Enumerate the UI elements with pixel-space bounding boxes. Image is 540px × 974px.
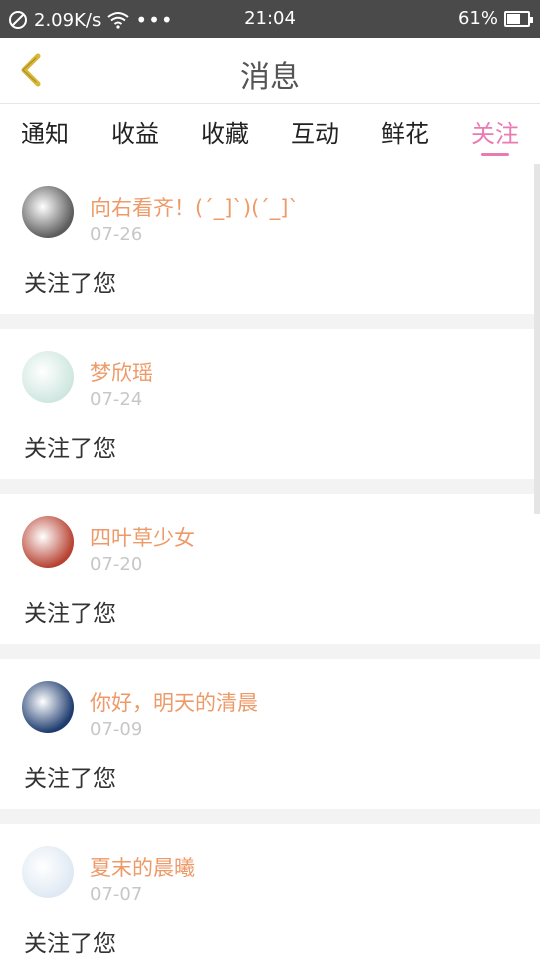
status-bar: 2.09K/s ••• 21:04 61% xyxy=(0,0,540,38)
avatar[interactable] xyxy=(22,186,74,238)
list-item[interactable]: 你好，明天的清晨 07-09 关注了您 xyxy=(0,659,540,809)
tab-0[interactable]: 通知 xyxy=(0,104,90,164)
tab-4[interactable]: 鲜花 xyxy=(360,104,450,164)
list-item[interactable]: 梦欣瑶 07-24 关注了您 xyxy=(0,329,540,479)
scrollbar[interactable] xyxy=(534,164,540,514)
message-text: 关注了您 xyxy=(24,931,116,957)
date: 07-07 xyxy=(90,884,143,905)
user-name[interactable]: 你好，明天的清晨 xyxy=(90,687,258,717)
avatar[interactable] xyxy=(22,846,74,898)
list-item[interactable]: 向右看齐！(´_]`)(´_]` 07-26 关注了您 xyxy=(0,164,540,314)
page-title: 消息 xyxy=(240,60,300,95)
list-item[interactable]: 四叶草少女 07-20 关注了您 xyxy=(0,494,540,644)
top-bar: 消息 xyxy=(0,38,540,104)
tab-2[interactable]: 收藏 xyxy=(180,104,270,164)
tab-5[interactable]: 关注 xyxy=(450,104,540,164)
avatar[interactable] xyxy=(22,516,74,568)
list-item[interactable]: 夏末的晨曦 07-07 关注了您 xyxy=(0,824,540,974)
battery-icon xyxy=(504,10,533,27)
tab-1[interactable]: 收益 xyxy=(90,104,180,164)
avatar[interactable] xyxy=(22,681,74,733)
user-name[interactable]: 四叶草少女 xyxy=(90,522,195,552)
avatar[interactable] xyxy=(22,351,74,403)
date: 07-09 xyxy=(90,719,143,740)
user-name[interactable]: 向右看齐！(´_]`)(´_]` xyxy=(90,192,299,222)
tab-bar: 通知 收益 收藏 互动 鲜花 关注 xyxy=(0,104,540,164)
message-text: 关注了您 xyxy=(24,766,116,792)
battery-percent: 61% xyxy=(457,8,498,29)
follow-list: 向右看齐！(´_]`)(´_]` 07-26 关注了您 梦欣瑶 07-24 关注了您 四叶草… xyxy=(0,164,540,974)
date: 07-24 xyxy=(90,389,143,410)
user-name[interactable]: 梦欣瑶 xyxy=(90,357,153,387)
battery-fill xyxy=(507,13,521,24)
message-text: 关注了您 xyxy=(24,271,116,297)
message-text: 关注了您 xyxy=(24,436,116,462)
date: 07-20 xyxy=(90,554,143,575)
user-name[interactable]: 夏末的晨曦 xyxy=(90,852,195,882)
status-right: 61% xyxy=(457,8,533,29)
message-text: 关注了您 xyxy=(24,601,116,627)
date: 07-26 xyxy=(90,224,143,245)
tab-3[interactable]: 互动 xyxy=(270,104,360,164)
